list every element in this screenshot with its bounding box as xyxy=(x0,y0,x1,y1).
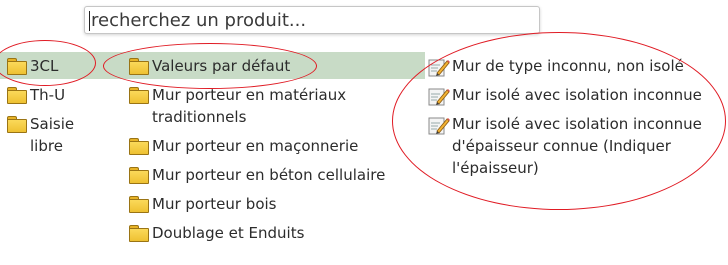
product-list: Mur de type inconnu, non isolé Mur isolé… xyxy=(424,52,724,183)
subcategory-label: Doublage et Enduits xyxy=(152,224,305,242)
search-box[interactable] xyxy=(84,6,540,34)
subcategory-label: Mur porteur en matériaux traditionnels xyxy=(152,86,347,126)
subcategory-item-maconnerie[interactable]: Mur porteur en maçonnerie xyxy=(124,132,420,161)
edit-icon xyxy=(428,116,450,135)
category-label: Saisie libre xyxy=(30,115,75,155)
subcategory-label: Mur porteur bois xyxy=(152,195,277,213)
folder-icon xyxy=(6,58,27,75)
product-item-epaisseur-connue[interactable]: Mur isolé avec isolation inconnue d'épai… xyxy=(424,110,724,183)
subcategory-label: Mur porteur en béton cellulaire xyxy=(152,166,386,184)
edit-icon xyxy=(428,87,450,106)
subcategory-list: Valeurs par défaut Mur porteur en matéri… xyxy=(124,52,420,248)
category-label: Th-U xyxy=(30,86,66,104)
folder-icon xyxy=(128,196,149,213)
product-item-non-isole[interactable]: Mur de type inconnu, non isolé xyxy=(424,52,724,81)
folder-icon xyxy=(6,116,27,133)
subcategory-label: Mur porteur en maçonnerie xyxy=(152,137,359,155)
folder-icon xyxy=(6,87,27,104)
category-label: 3CL xyxy=(30,57,59,75)
category-list: 3CL Th-U Saisie libre xyxy=(2,52,94,161)
category-item-saisie-libre[interactable]: Saisie libre xyxy=(2,110,94,161)
folder-icon xyxy=(128,167,149,184)
search-input[interactable] xyxy=(85,7,539,33)
subcategory-item-doublage-enduits[interactable]: Doublage et Enduits xyxy=(124,219,420,248)
product-item-isolation-inconnue[interactable]: Mur isolé avec isolation inconnue xyxy=(424,81,724,110)
folder-icon xyxy=(128,138,149,155)
subcategory-item-beton-cellulaire[interactable]: Mur porteur en béton cellulaire xyxy=(124,161,420,190)
category-item-3cl[interactable]: 3CL xyxy=(2,52,94,81)
subcategory-label: Valeurs par défaut xyxy=(152,57,291,75)
product-label: Mur isolé avec isolation inconnue xyxy=(452,86,702,104)
folder-icon xyxy=(128,58,149,75)
folder-icon xyxy=(128,225,149,242)
category-item-th-u[interactable]: Th-U xyxy=(2,81,94,110)
text-cursor xyxy=(89,11,90,31)
product-label: Mur isolé avec isolation inconnue d'épai… xyxy=(452,115,702,177)
product-label: Mur de type inconnu, non isolé xyxy=(452,57,684,75)
subcategory-item-bois[interactable]: Mur porteur bois xyxy=(124,190,420,219)
edit-icon xyxy=(428,58,450,77)
subcategory-item-materiaux-traditionnels[interactable]: Mur porteur en matériaux traditionnels xyxy=(124,81,420,132)
folder-icon xyxy=(128,87,149,104)
subcategory-item-valeurs-par-defaut[interactable]: Valeurs par défaut xyxy=(124,52,420,81)
